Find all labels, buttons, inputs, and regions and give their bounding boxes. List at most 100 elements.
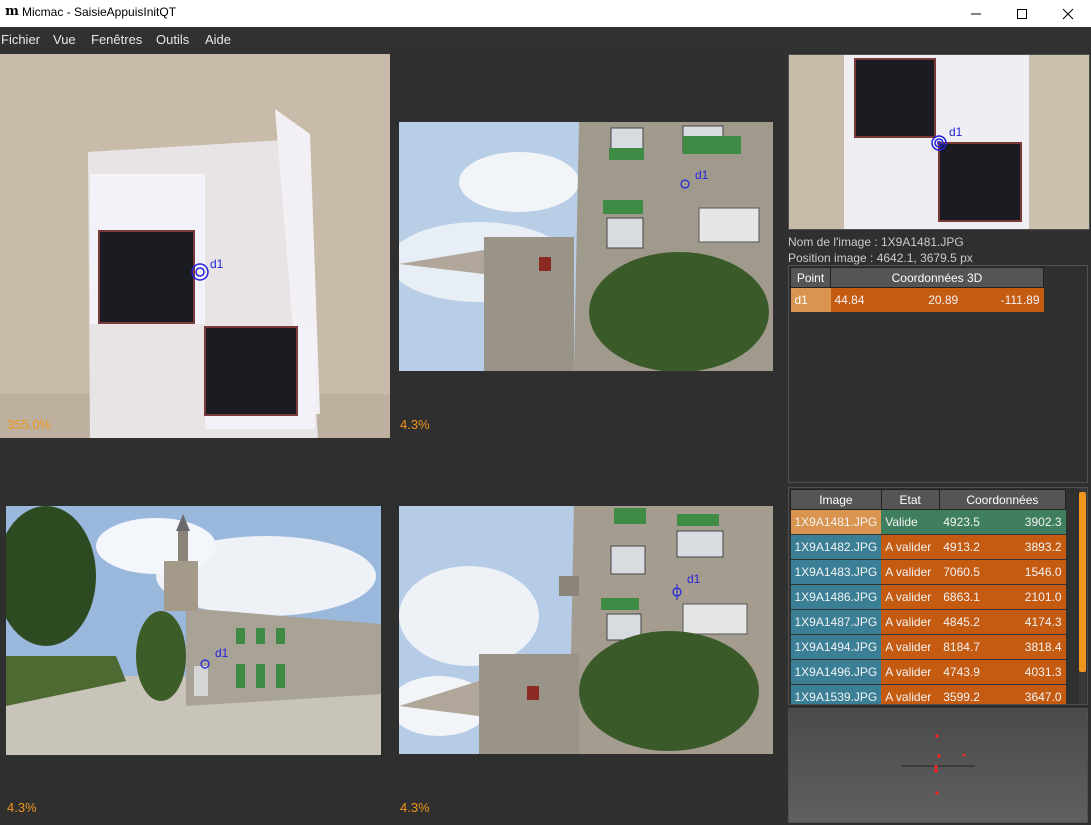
coord-y-cell[interactable]: 3893.2 [1002,534,1066,560]
point-marker-icon[interactable] [679,178,691,190]
wall-texture-image [0,54,390,438]
image-name-text: Nom de l'image : 1X9A1481.JPG [788,235,964,249]
coord-x-cell[interactable]: 4845.2 [939,609,1003,635]
coord-x-cell[interactable]: 8184.7 [939,634,1003,660]
table-row[interactable]: 1X9A1496.JPG A valider 4743.9 4031.3 [790,659,1066,685]
image-view-4[interactable]: d1 4.3% [393,439,783,823]
image-view-2-photo[interactable] [399,122,773,371]
state-cell[interactable]: A valider [881,609,940,635]
image-name-cell[interactable]: 1X9A1482.JPG [790,534,882,560]
title-bar: m Micmac - SaisieAppuisInitQT [0,0,1091,27]
zoom-level: 4.3% [400,800,430,815]
app-logo-icon: m [5,4,19,19]
building-photo-rotated [399,506,773,754]
state-cell[interactable]: A valider [881,684,940,704]
coord-x-cell[interactable]: 7060.5 [939,559,1003,585]
coord-y-cell[interactable]: 20.89 [896,287,963,313]
state-cell[interactable]: A valider [881,634,940,660]
image-name-cell[interactable]: 1X9A1494.JPG [790,634,882,660]
column-header-image[interactable]: Image [790,489,882,510]
point-label: d1 [695,168,709,182]
points-table-panel: Point Coordonnées 3D d1 44.84 20.89 -111… [788,265,1088,483]
point-label: d1 [215,646,229,660]
minimize-button[interactable] [953,0,999,27]
image-name-cell[interactable]: 1X9A1486.JPG [790,584,882,610]
image-name-cell[interactable]: 1X9A1481.JPG [790,509,882,535]
coord-x-cell[interactable]: 4923.5 [939,509,1003,535]
table-row[interactable]: 1X9A1494.JPG A valider 8184.7 3818.4 [790,634,1066,660]
coord-x-cell[interactable]: 4913.2 [939,534,1003,560]
scrollbar-thumb[interactable] [1079,492,1086,672]
menu-bar: Fichier Vue Fenêtres Outils Aide [0,27,1091,53]
state-cell[interactable]: A valider [881,659,940,685]
coord-y-cell[interactable]: 3647.0 [1002,684,1066,704]
point-marker-icon[interactable] [199,658,211,670]
3d-preview-panel[interactable] [788,708,1088,823]
point-marker-icon[interactable] [929,133,949,153]
menu-aide[interactable]: Aide [205,32,231,47]
table-row[interactable]: 1X9A1487.JPG A valider 4845.2 4174.3 [790,609,1066,635]
building-photo [6,506,381,755]
image-view-3[interactable]: d1 4.3% [0,439,392,823]
images-table: Image Etat Coordonnées 1X9A1481.JPG Valid… [790,489,1067,704]
coord-x-cell[interactable]: 4743.9 [939,659,1003,685]
coord-y-cell[interactable]: 3818.4 [1002,634,1066,660]
image-view-1-photo[interactable] [0,54,390,438]
building-photo-rotated [399,122,773,371]
state-cell[interactable]: A valider [881,584,940,610]
maximize-icon [1017,8,1027,19]
zoom-level: 4.3% [7,800,37,815]
points-table: Point Coordonnées 3D d1 44.84 20.89 -111… [790,267,1044,313]
menu-fichier[interactable]: Fichier [1,32,40,47]
close-icon [1062,8,1074,19]
maximize-button[interactable] [999,0,1045,27]
column-header-etat[interactable]: Etat [880,489,940,510]
table-row[interactable]: 1X9A1483.JPG A valider 7060.5 1546.0 [790,559,1066,585]
images-table-panel: Image Etat Coordonnées 1X9A1481.JPG Valid… [788,487,1088,705]
table-row[interactable]: 1X9A1482.JPG A valider 4913.2 3893.2 [790,534,1066,560]
image-view-2[interactable]: d1 4.3% [393,54,783,438]
point-cell[interactable]: d1 [790,287,831,313]
column-header-point[interactable]: Point [790,267,831,288]
image-name-cell[interactable]: 1X9A1483.JPG [790,559,882,585]
window-title: Micmac - SaisieAppuisInitQT [22,5,177,19]
table-row[interactable]: 1X9A1486.JPG A valider 6863.1 2101.0 [790,584,1066,610]
table-row[interactable]: d1 44.84 20.89 -111.89 [790,287,1044,313]
point-label: d1 [210,257,224,271]
table-row[interactable]: 1X9A1481.JPG Valide 4923.5 3902.3 [790,509,1066,535]
coord-y-cell[interactable]: 1546.0 [1002,559,1066,585]
images-table-body: 1X9A1481.JPG Valide 4923.5 3902.3 1X9A1482.J… [790,509,1066,704]
point-marker-icon[interactable] [190,262,210,282]
image-view-1[interactable]: d1 355.0% [0,54,392,438]
image-view-3-photo[interactable] [6,506,381,755]
coord-x-cell[interactable]: 44.84 [830,287,897,313]
state-cell[interactable]: Valide [881,509,940,535]
image-name-cell[interactable]: 1X9A1496.JPG [790,659,882,685]
table-row[interactable]: 1X9A1539.JPG A valider 3599.2 3647.0 [790,684,1066,704]
close-button[interactable] [1045,0,1091,27]
coord-x-cell[interactable]: 3599.2 [939,684,1003,704]
column-header-coords-3d[interactable]: Coordonnées 3D [830,267,1044,288]
coord-z-cell[interactable]: -111.89 [962,287,1044,313]
column-header-coordonnees[interactable]: Coordonnées [938,489,1067,510]
state-cell[interactable]: A valider [881,534,940,560]
3d-point-cloud [901,734,975,795]
coord-y-cell[interactable]: 3902.3 [1002,509,1066,535]
coord-x-cell[interactable]: 6863.1 [939,584,1003,610]
coord-y-cell[interactable]: 2101.0 [1002,584,1066,610]
menu-outils[interactable]: Outils [156,32,189,47]
image-view-4-photo[interactable] [399,506,773,754]
scrollbar[interactable] [1079,488,1086,704]
coord-y-cell[interactable]: 4174.3 [1002,609,1066,635]
zoom-window[interactable]: d1 [788,54,1090,230]
menu-vue[interactable]: Vue [53,32,76,47]
state-cell[interactable]: A valider [881,559,940,585]
coord-y-cell[interactable]: 4031.3 [1002,659,1066,685]
zoom-level: 4.3% [400,417,430,432]
menu-fenetres[interactable]: Fenêtres [91,32,142,47]
point-marker-icon[interactable] [671,584,683,600]
point-label: d1 [949,125,963,139]
image-position-text: Position image : 4642.1, 3679.5 px [788,251,973,265]
image-name-cell[interactable]: 1X9A1539.JPG [790,684,882,704]
image-name-cell[interactable]: 1X9A1487.JPG [790,609,882,635]
